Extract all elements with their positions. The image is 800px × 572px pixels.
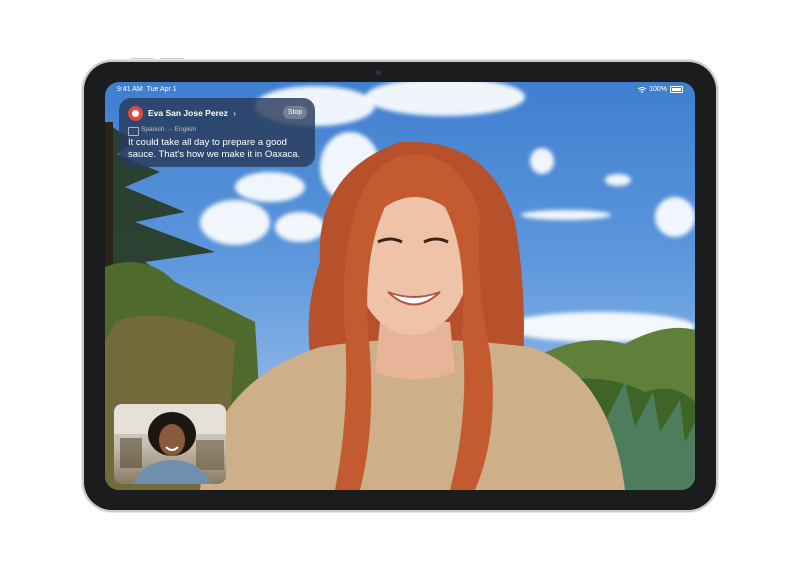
stop-button[interactable]: Stop bbox=[283, 106, 307, 119]
clock-time: 9:41 AM bbox=[117, 86, 143, 93]
stop-label: Stop bbox=[287, 109, 303, 116]
arrow-right-icon: → bbox=[166, 126, 173, 133]
battery-icon bbox=[670, 86, 683, 93]
source-language: Spanish bbox=[141, 126, 165, 133]
self-view-video bbox=[114, 404, 226, 484]
caption-text: It could take all day to prepare a good … bbox=[128, 137, 301, 160]
battery-percent: 100% bbox=[649, 86, 667, 93]
target-language: English bbox=[174, 126, 196, 133]
avatar-icon bbox=[128, 106, 143, 121]
self-view-pip[interactable] bbox=[114, 404, 226, 484]
caller-name[interactable]: Eva San Jose Perez › bbox=[148, 108, 236, 118]
live-translation-card[interactable]: Eva San Jose Perez › Stop Spanish → Engl… bbox=[119, 98, 315, 167]
status-indicators: 100% bbox=[638, 86, 683, 93]
chevron-right-icon: › bbox=[233, 108, 237, 118]
language-pair: Spanish → English bbox=[141, 126, 196, 133]
caller-video bbox=[200, 141, 625, 490]
facetime-screen: 9:41 AM Tue Apr 1 100% Eva San Jose Pere… bbox=[105, 82, 695, 490]
wifi-icon bbox=[638, 86, 647, 93]
status-time: 9:41 AM Tue Apr 1 bbox=[117, 86, 177, 93]
translate-icon bbox=[128, 127, 139, 136]
caller-name-text: Eva San Jose Perez bbox=[148, 108, 228, 118]
status-date: Tue Apr 1 bbox=[146, 86, 177, 93]
front-camera bbox=[376, 70, 381, 75]
